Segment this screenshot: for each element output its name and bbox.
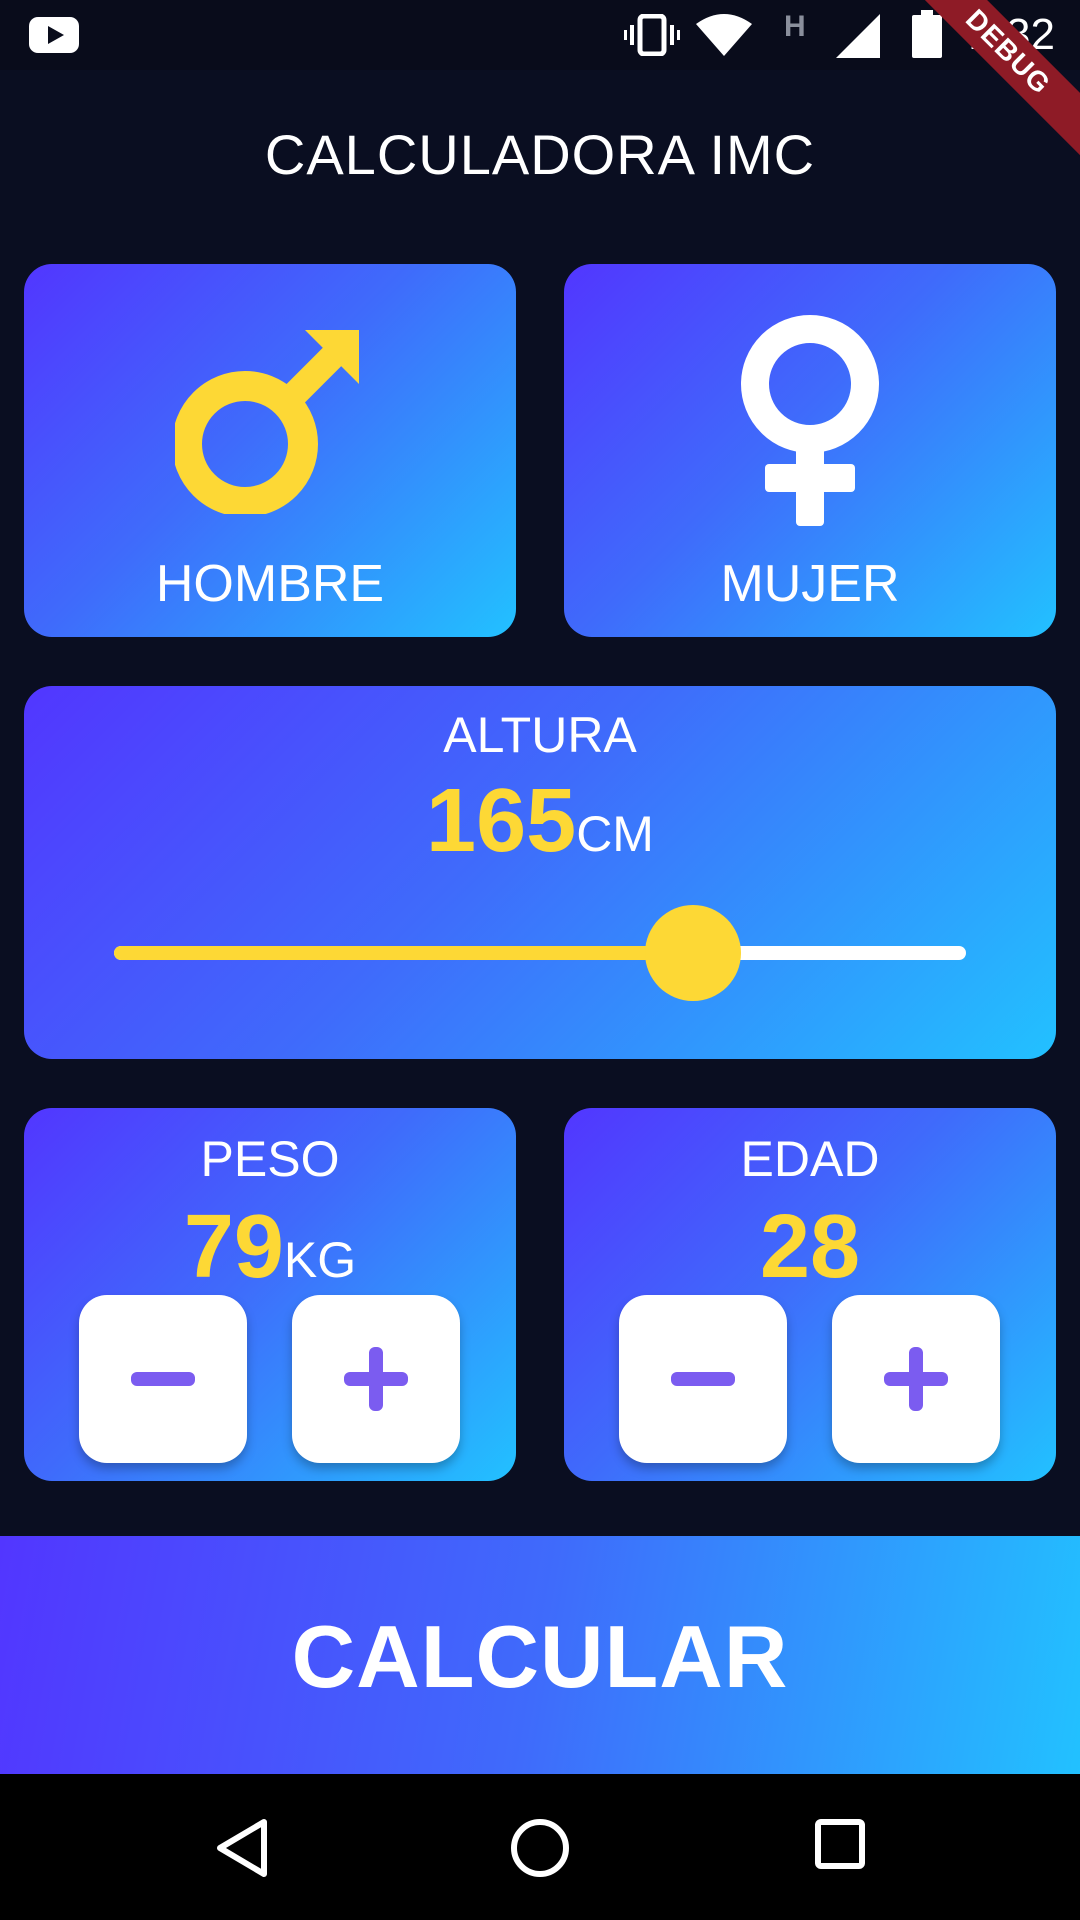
network-type-label: H xyxy=(784,10,806,43)
height-value: 165 xyxy=(426,771,577,871)
age-value-row: 28 xyxy=(564,1196,1056,1299)
height-slider[interactable] xyxy=(114,905,966,1001)
back-icon[interactable] xyxy=(214,1818,270,1878)
age-card: EDAD 28 xyxy=(564,1108,1056,1481)
female-symbol-icon xyxy=(741,315,879,526)
plus-icon xyxy=(884,1347,948,1411)
minus-icon xyxy=(671,1372,735,1386)
vibrate-icon xyxy=(624,14,680,56)
home-icon[interactable] xyxy=(510,1818,570,1878)
height-unit: CM xyxy=(576,806,654,862)
age-label: EDAD xyxy=(740,1131,880,1187)
battery-icon xyxy=(912,10,942,58)
recents-icon[interactable] xyxy=(814,1818,866,1870)
male-symbol-icon xyxy=(175,330,359,514)
height-slider-thumb[interactable] xyxy=(645,905,742,1001)
female-card[interactable]: MUJER xyxy=(564,264,1056,637)
wifi-icon xyxy=(696,14,752,56)
weight-value-row: 79KG xyxy=(24,1196,516,1299)
height-slider-fill xyxy=(114,946,694,960)
weight-unit: KG xyxy=(283,1232,357,1288)
age-increment-button[interactable] xyxy=(832,1295,1000,1463)
female-label: MUJER xyxy=(720,555,900,613)
male-card[interactable]: HOMBRE xyxy=(24,264,516,637)
weight-card: PESO 79KG xyxy=(24,1108,516,1481)
weight-label: PESO xyxy=(200,1131,340,1187)
cell-signal-icon xyxy=(836,14,880,58)
weight-increment-button[interactable] xyxy=(292,1295,460,1463)
navigation-bar xyxy=(0,1774,1080,1920)
male-label: HOMBRE xyxy=(155,555,385,613)
minus-icon xyxy=(131,1372,195,1386)
height-label: ALTURA xyxy=(443,707,637,763)
youtube-notification-icon xyxy=(29,17,79,53)
height-value-row: 165CM xyxy=(24,770,1056,873)
status-bar: H 2:32 xyxy=(0,0,1080,70)
calculate-label: CALCULAR xyxy=(291,1607,789,1706)
weight-value: 79 xyxy=(183,1197,284,1297)
weight-decrement-button[interactable] xyxy=(79,1295,247,1463)
calculate-button[interactable]: CALCULAR xyxy=(0,1536,1080,1774)
page-title: CALCULADORA IMC xyxy=(264,123,816,186)
age-value: 28 xyxy=(759,1197,861,1297)
age-decrement-button[interactable] xyxy=(619,1295,787,1463)
plus-icon xyxy=(344,1347,408,1411)
height-card: ALTURA 165CM xyxy=(24,686,1056,1059)
